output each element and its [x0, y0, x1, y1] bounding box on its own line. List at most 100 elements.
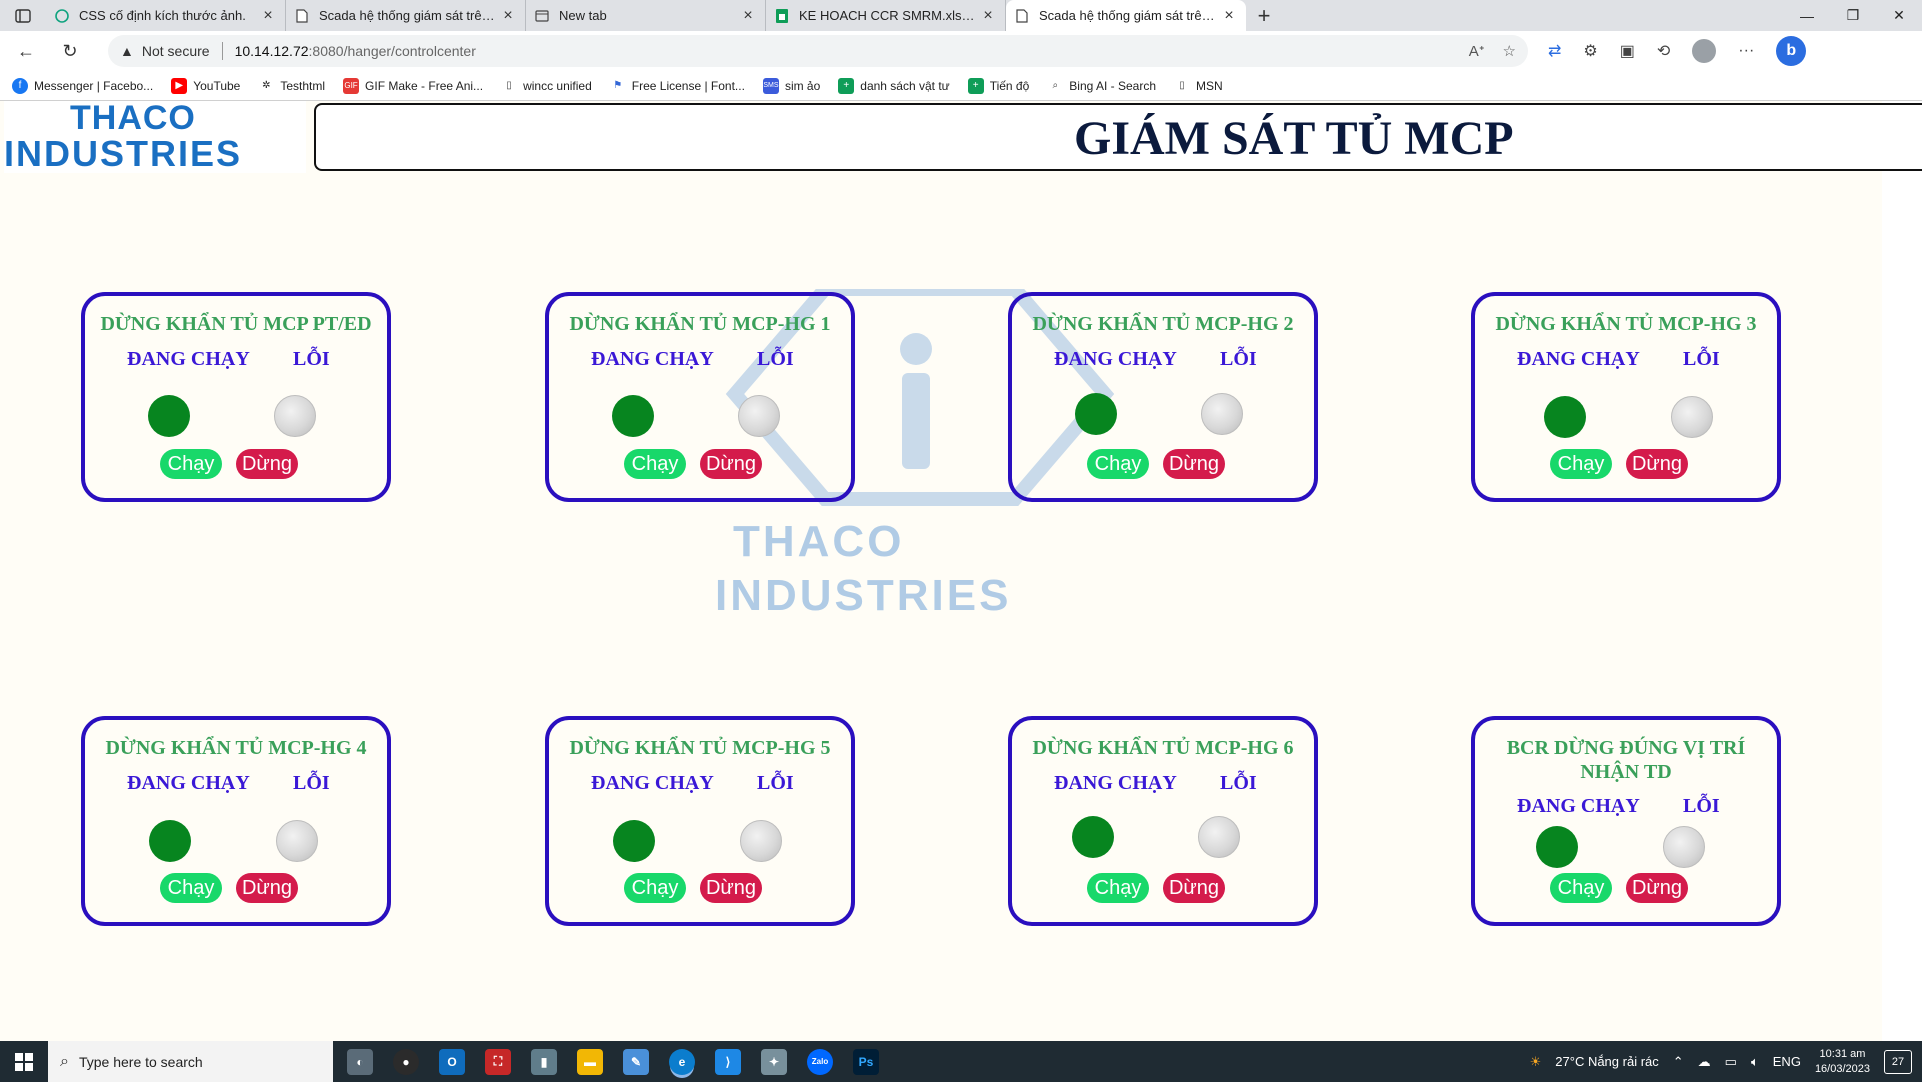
- run-button[interactable]: Chạy: [1087, 873, 1149, 903]
- run-button[interactable]: Chạy: [624, 873, 686, 903]
- close-tab-icon[interactable]: ×: [979, 7, 997, 25]
- app-icon[interactable]: ▮: [531, 1048, 557, 1075]
- new-tab-button[interactable]: +: [1246, 0, 1282, 31]
- watermark-text-line1: THACO: [733, 517, 905, 566]
- close-tab-icon[interactable]: ×: [739, 7, 757, 25]
- tray-chevron-icon[interactable]: ⌃: [1673, 1054, 1684, 1070]
- extensions-icon[interactable]: ⚙: [1583, 41, 1597, 61]
- language-indicator[interactable]: ENG: [1773, 1054, 1801, 1069]
- weather-text[interactable]: 27°C Nắng rải rác: [1555, 1054, 1658, 1069]
- app-icon[interactable]: ●: [393, 1048, 419, 1075]
- edge-browser-icon[interactable]: e: [669, 1048, 695, 1075]
- stop-button[interactable]: Dừng: [1626, 873, 1688, 903]
- bookmark-item[interactable]: SMS sim ảo: [762, 77, 820, 94]
- bookmark-item[interactable]: f Messenger | Facebo...: [12, 77, 153, 94]
- bookmark-item[interactable]: ⚑ Free License | Font...: [610, 78, 745, 94]
- run-button[interactable]: Chạy: [1550, 449, 1612, 479]
- close-tab-icon[interactable]: ×: [259, 7, 277, 25]
- stop-button[interactable]: Dừng: [236, 873, 298, 903]
- clock[interactable]: 10:31 am 16/03/2023: [1815, 1047, 1870, 1077]
- bookmark-item[interactable]: + danh sách vật tư: [838, 77, 950, 94]
- security-status[interactable]: Not secure: [142, 43, 210, 59]
- close-tab-icon[interactable]: ×: [1220, 7, 1238, 25]
- address-bar[interactable]: ▲ Not secure 10.14.12.72:8080/hanger/con…: [108, 35, 1528, 67]
- stop-button[interactable]: Dừng: [1163, 449, 1225, 479]
- history-icon[interactable]: ⟲: [1657, 41, 1670, 61]
- app-icon[interactable]: ✎: [623, 1048, 649, 1075]
- browser-tab-active[interactable]: Scada hệ thống giám sát trên int ×: [1006, 0, 1246, 31]
- bookmark-item[interactable]: ▶ YouTube: [171, 77, 240, 94]
- more-menu-icon[interactable]: ···: [1738, 42, 1754, 60]
- bookmarks-bar: f Messenger | Facebo... ▶ YouTube ✲ Testhtm…: [0, 71, 1922, 101]
- refresh-button[interactable]: ↻: [52, 33, 88, 69]
- network-icon[interactable]: ▭: [1725, 1054, 1737, 1070]
- stop-button[interactable]: Dừng: [700, 873, 762, 903]
- stop-button[interactable]: Dừng: [1163, 873, 1225, 903]
- close-window-icon[interactable]: ✕: [1876, 0, 1922, 31]
- app-icon[interactable]: ◐: [347, 1048, 373, 1075]
- app-icon[interactable]: ✦: [761, 1048, 787, 1075]
- browser-tab[interactable]: New tab ×: [526, 0, 766, 31]
- error-label: LỖI: [757, 348, 794, 370]
- run-button[interactable]: Chạy: [1550, 873, 1612, 903]
- bookmark-label: Tiến độ: [989, 78, 1030, 93]
- panel-title: DỪNG KHẨN TỦ MCP-HG 2: [1032, 313, 1294, 335]
- taskbar-search-box[interactable]: ⌕ Type here to search: [48, 1041, 333, 1082]
- notification-center-icon[interactable]: 27: [1884, 1049, 1912, 1074]
- browser-tab[interactable]: Scada hệ thống giám sát trên int ×: [286, 0, 526, 31]
- minimize-icon[interactable]: —: [1784, 0, 1830, 31]
- outlook-icon[interactable]: O: [439, 1048, 465, 1075]
- vscode-icon[interactable]: ⟩: [715, 1048, 741, 1075]
- page-icon: ▯: [506, 80, 512, 91]
- browser-tab[interactable]: CSS cố định kích thước ảnh. ×: [46, 0, 286, 31]
- panel-title: DỪNG KHẨN TỦ MCP-HG 6: [1032, 737, 1294, 759]
- bookmark-item[interactable]: ⌕ Bing AI - Search: [1047, 78, 1156, 94]
- collections-icon[interactable]: ▣: [1620, 41, 1635, 61]
- mcp-panel: DỪNG KHẨN TỦ MCP-HG 2 ĐANG CHẠY LỖI Chạy…: [1008, 292, 1318, 502]
- sheets-icon: +: [967, 77, 984, 94]
- file-explorer-icon[interactable]: ▬: [577, 1048, 603, 1075]
- restore-icon[interactable]: ❐: [1830, 0, 1876, 31]
- error-label: LỖI: [1220, 348, 1257, 370]
- stop-button[interactable]: Dừng: [700, 449, 762, 479]
- running-label: ĐANG CHẠY: [1517, 795, 1640, 817]
- run-button[interactable]: Chạy: [160, 449, 222, 479]
- weather-icon[interactable]: ☀: [1530, 1054, 1542, 1070]
- browser-tab[interactable]: KE HOACH CCR SMRM.xlsx - Goo ×: [766, 0, 1006, 31]
- close-tab-icon[interactable]: ×: [499, 7, 517, 25]
- tab-actions-menu-button[interactable]: [0, 0, 46, 31]
- run-button[interactable]: Chạy: [1087, 449, 1149, 479]
- run-button[interactable]: Chạy: [624, 449, 686, 479]
- zalo-icon[interactable]: Zalo: [807, 1048, 833, 1075]
- start-button[interactable]: [0, 1041, 48, 1082]
- stop-button[interactable]: Dừng: [236, 449, 298, 479]
- tab-title: New tab: [559, 8, 607, 23]
- logo-line1: THACO: [70, 99, 196, 137]
- bookmark-item[interactable]: GIF GIF Make - Free Ani...: [343, 77, 484, 94]
- run-button[interactable]: Chạy: [160, 873, 222, 903]
- photoshop-icon[interactable]: Ps: [853, 1048, 879, 1075]
- bookmark-item[interactable]: ▯ MSN: [1174, 78, 1222, 94]
- stop-button[interactable]: Dừng: [1626, 449, 1688, 479]
- bookmark-item[interactable]: + Tiến độ: [967, 77, 1030, 94]
- running-indicator: [1544, 396, 1586, 438]
- snipping-tool-icon[interactable]: ⛶: [485, 1048, 511, 1075]
- avatar[interactable]: [1692, 39, 1717, 63]
- back-button[interactable]: ←: [8, 33, 44, 69]
- watermark-text-line2: INDUSTRIES: [715, 571, 1012, 620]
- running-label: ĐANG CHẠY: [591, 348, 714, 370]
- translate-icon[interactable]: ⇄: [1548, 41, 1561, 61]
- bing-chat-icon[interactable]: b: [1776, 36, 1807, 66]
- volume-icon[interactable]: 🔈︎: [1751, 1054, 1759, 1070]
- search-icon: ⌕: [1052, 80, 1059, 91]
- read-aloud-icon[interactable]: Aᐩ: [1469, 42, 1485, 60]
- running-indicator: [1072, 816, 1114, 858]
- onedrive-icon[interactable]: ☁: [1698, 1054, 1711, 1070]
- bookmark-item[interactable]: ▯ wincc unified: [501, 78, 591, 94]
- bookmark-item[interactable]: ✲ Testhtml: [258, 78, 325, 94]
- tab-title: Scada hệ thống giám sát trên int: [1039, 8, 1220, 23]
- scada-page: THACO INDUSTRIES GIÁM SÁT TỦ MCP THACO I…: [0, 101, 1922, 1041]
- favorite-star-icon[interactable]: ☆: [1503, 42, 1516, 60]
- bookmark-label: GIF Make - Free Ani...: [365, 78, 484, 93]
- address-bar-actions: Aᐩ ☆: [1469, 42, 1516, 60]
